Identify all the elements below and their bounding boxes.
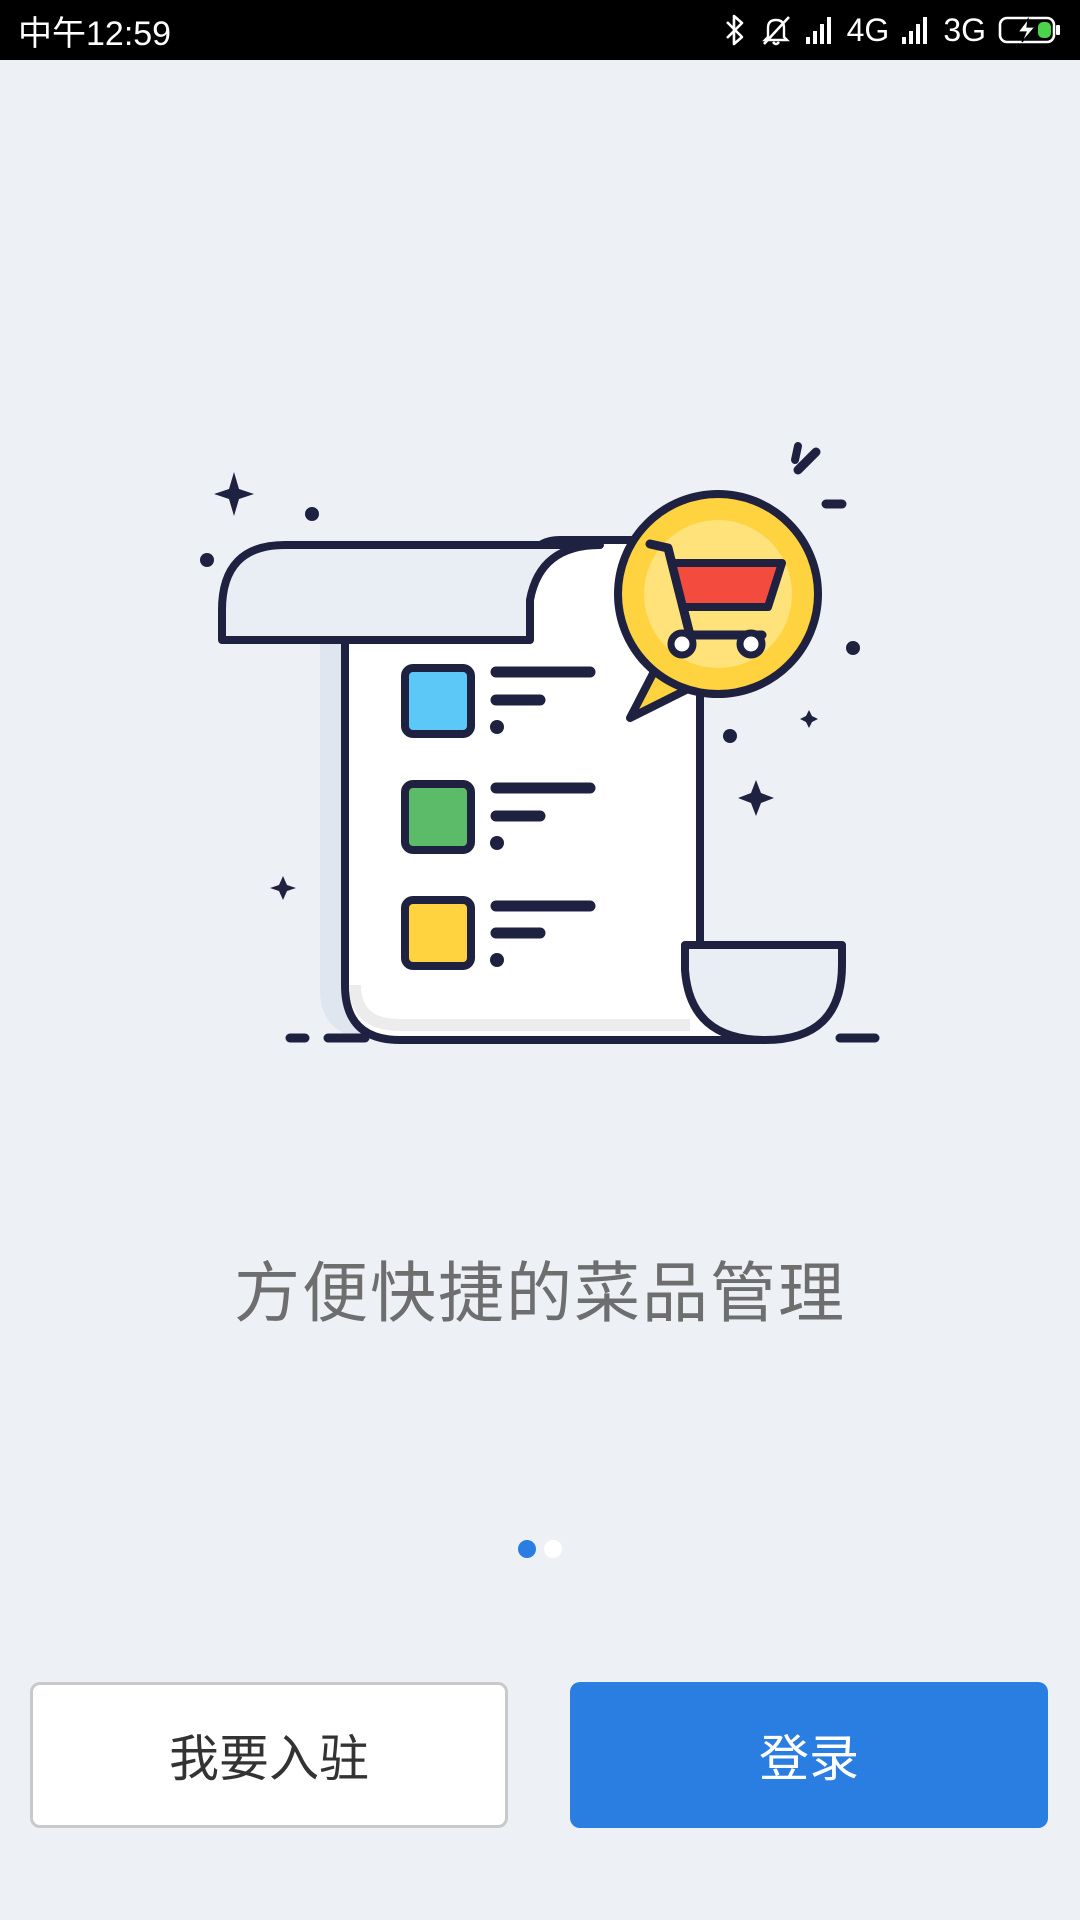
menu-list-illustration	[200, 442, 880, 1044]
register-button[interactable]: 我要入驻	[30, 1682, 508, 1828]
signal-icon	[902, 17, 928, 44]
page-dot[interactable]	[544, 1540, 562, 1558]
onboarding-slogan: 方便快捷的菜品管理	[234, 1255, 846, 1332]
menu-item-icon	[401, 896, 475, 970]
network-type-label: 3G	[943, 11, 986, 48]
menu-item-icon	[401, 664, 475, 738]
battery-charging-icon	[998, 16, 1060, 44]
bell-off-icon	[761, 16, 790, 46]
bluetooth-icon	[725, 14, 743, 46]
status-icons: 4G 3G	[723, 12, 1062, 49]
menu-item-icon	[401, 780, 475, 854]
signal-icon	[805, 17, 831, 44]
page-indicator	[0, 1540, 1080, 1558]
login-button[interactable]: 登录	[570, 1682, 1048, 1828]
network-type-label: 4G	[846, 11, 890, 48]
page-dot-active[interactable]	[518, 1540, 536, 1558]
status-bar: 中午12:59 4G 3G	[0, 0, 1080, 60]
status-time: 中午12:59	[18, 14, 172, 53]
